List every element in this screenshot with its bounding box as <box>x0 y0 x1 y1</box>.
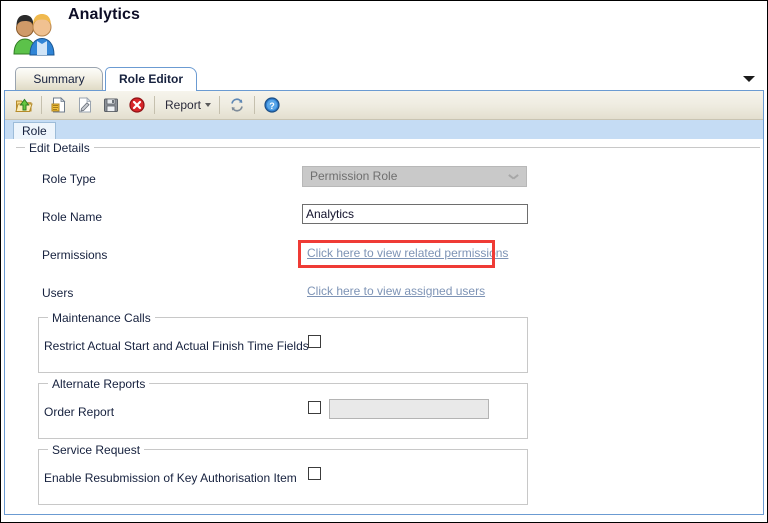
edit-details-legend: Edit Details <box>25 141 94 155</box>
permissions-label: Permissions <box>42 248 108 262</box>
open-folder-up-icon[interactable] <box>13 94 35 116</box>
toolbar: Report ? <box>5 91 763 120</box>
view-assigned-users-link[interactable]: Click here to view assigned users <box>307 284 485 298</box>
page-header: Analytics <box>1 1 767 63</box>
service-request-legend: Service Request <box>48 443 145 457</box>
report-dropdown-button[interactable]: Report <box>159 94 215 116</box>
new-document-icon[interactable] <box>48 94 70 116</box>
save-icon[interactable] <box>100 94 122 116</box>
role-type-value: Permission Role <box>310 169 398 183</box>
tab-role-editor[interactable]: Role Editor <box>105 67 197 91</box>
restrict-time-fields-label: Restrict Actual Start and Actual Finish … <box>44 339 309 353</box>
form-body: Edit Details Role Type Permission Role R… <box>5 139 763 514</box>
tab-strip: Summary Role Editor <box>1 63 767 91</box>
restrict-time-fields-checkbox[interactable] <box>308 335 321 348</box>
role-type-label: Role Type <box>42 172 96 186</box>
toolbar-separator <box>254 96 256 114</box>
tab-summary[interactable]: Summary <box>15 67 103 91</box>
toolbar-separator <box>41 96 42 114</box>
maintenance-calls-legend: Maintenance Calls <box>48 311 155 325</box>
role-name-input[interactable] <box>302 204 528 224</box>
inner-tab-role[interactable]: Role <box>13 122 56 140</box>
help-icon[interactable]: ? <box>261 94 283 116</box>
delete-icon[interactable] <box>126 94 148 116</box>
order-report-input[interactable] <box>329 399 489 419</box>
enable-resubmission-label: Enable Resubmission of Key Authorisation… <box>44 471 297 485</box>
role-type-select[interactable]: Permission Role <box>302 166 527 187</box>
toolbar-separator <box>154 96 155 114</box>
users-label: Users <box>42 286 74 300</box>
toolbar-separator <box>219 96 221 114</box>
content-frame: Report ? Role Edit Details Role Type Per… <box>4 90 764 515</box>
chevron-down-icon <box>509 174 518 180</box>
inner-tab-bar: Role <box>5 120 763 140</box>
view-related-permissions-link[interactable]: Click here to view related permissions <box>307 246 508 260</box>
refresh-icon[interactable] <box>226 94 248 116</box>
role-name-label: Role Name <box>42 210 103 224</box>
page-title: Analytics <box>68 6 141 23</box>
caret-down-icon <box>205 103 212 107</box>
users-pair-icon <box>8 10 58 56</box>
order-report-label: Order Report <box>44 405 115 419</box>
enable-resubmission-checkbox[interactable] <box>308 467 321 480</box>
svg-text:?: ? <box>269 101 275 111</box>
edit-document-icon[interactable] <box>74 94 96 116</box>
alternate-reports-legend: Alternate Reports <box>48 377 150 391</box>
chevron-down-icon[interactable] <box>743 74 755 84</box>
application-window: Analytics Summary Role Editor Report ? R… <box>0 0 768 523</box>
report-label: Report <box>165 98 202 112</box>
order-report-checkbox[interactable] <box>308 401 321 414</box>
